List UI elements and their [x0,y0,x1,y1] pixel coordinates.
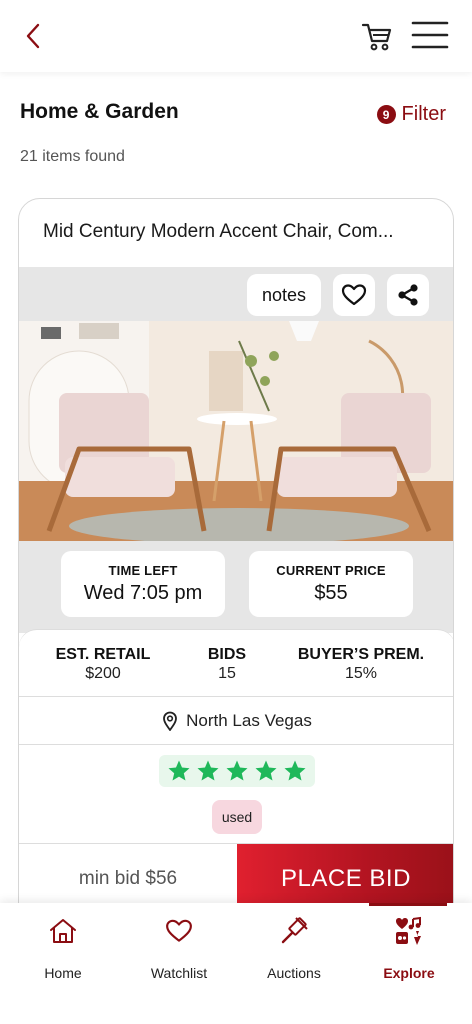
buyers-premium-value: 15% [344,665,378,682]
explore-icon [396,916,421,945]
share-icon [398,284,418,306]
location-text: North Las Vegas [186,710,312,730]
current-price-value: $55 [314,582,348,604]
current-price-tile: CURRENT PRICE $55 [249,551,413,617]
filter-button[interactable]: 9 Filter [376,103,446,126]
listing-card: Mid Century Modern Accent Chair, Com... … [18,198,454,938]
current-price-label: CURRENT PRICE [276,563,386,578]
cart-button[interactable] [360,20,394,52]
notes-button[interactable]: notes [247,274,321,316]
watchlist-button[interactable] [333,274,375,316]
app-screen: Home & Garden 9 Filter 21 items found Mi… [0,0,472,1024]
menu-button[interactable] [410,18,450,52]
bottom-nav: Home Watchlist Auctions Explore [0,903,472,1024]
time-left-value: Wed 7:05 pm [83,582,203,604]
buyers-premium-stat: BUYER’S PREM. 15% [291,646,431,683]
est-retail-label: EST. RETAIL [55,646,151,663]
location-row[interactable]: North Las Vegas [19,697,453,745]
nav-watchlist-label: Watchlist [150,965,208,981]
buyers-premium-label: BUYER’S PREM. [297,646,425,663]
est-retail-stat: EST. RETAIL $200 [47,646,159,683]
star-icon [197,760,219,781]
bids-value: 15 [218,665,236,682]
home-icon [50,919,76,943]
heart-icon [341,284,367,306]
cart-icon [361,23,392,51]
location-pin-icon [163,711,178,731]
back-button[interactable] [18,20,48,52]
product-image[interactable] [19,321,453,541]
rating-stars [159,755,315,787]
top-bar [0,0,472,72]
nav-watchlist[interactable]: Watchlist [120,903,238,1003]
gavel-icon [281,917,308,944]
star-icon [255,760,277,781]
category-title: Home & Garden [20,100,179,123]
heart-icon [166,919,192,942]
condition-badge: used [212,800,262,834]
star-icon [284,760,306,781]
product-photo-illustration [19,321,453,541]
listing-title[interactable]: Mid Century Modern Accent Chair, Com... [43,221,435,243]
nav-home[interactable]: Home [4,903,122,1003]
nav-explore-label: Explore [383,965,435,981]
est-retail-value: $200 [85,665,121,682]
nav-explore[interactable]: Explore [350,903,468,1003]
filter-label: Filter [401,103,446,125]
listing-stats: EST. RETAIL $200 BIDS 15 BUYER’S PREM. 1… [19,629,453,697]
star-icon [226,760,248,781]
items-found-count: 21 items found [20,148,125,165]
hamburger-menu-icon [411,21,449,49]
time-left-tile: TIME LEFT Wed 7:05 pm [61,551,225,617]
nav-auctions[interactable]: Auctions [235,903,353,1003]
star-icon [168,760,190,781]
bids-label: BIDS [207,646,247,663]
chevron-left-icon [26,23,40,49]
bids-stat: BIDS 15 [187,646,267,683]
nav-home-label: Home [44,965,82,981]
time-left-label: TIME LEFT [108,563,178,578]
nav-auctions-label: Auctions [267,965,321,981]
filter-count-badge: 9 [376,105,396,124]
share-button[interactable] [387,274,429,316]
